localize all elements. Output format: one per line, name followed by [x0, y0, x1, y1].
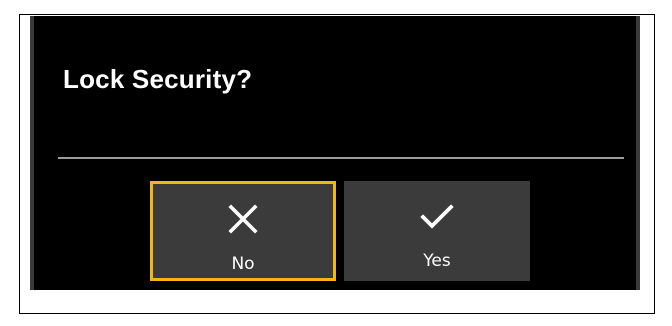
- yes-button[interactable]: Yes: [344, 181, 530, 281]
- check-icon: [420, 204, 454, 229]
- no-button-label: No: [231, 254, 255, 274]
- divider: [58, 157, 624, 159]
- no-button[interactable]: No: [150, 181, 336, 281]
- lock-security-dialog: Lock Security? No Yes: [30, 16, 640, 290]
- yes-button-label: Yes: [423, 251, 451, 271]
- close-icon: [228, 204, 258, 234]
- dialog-title: Lock Security?: [63, 64, 253, 94]
